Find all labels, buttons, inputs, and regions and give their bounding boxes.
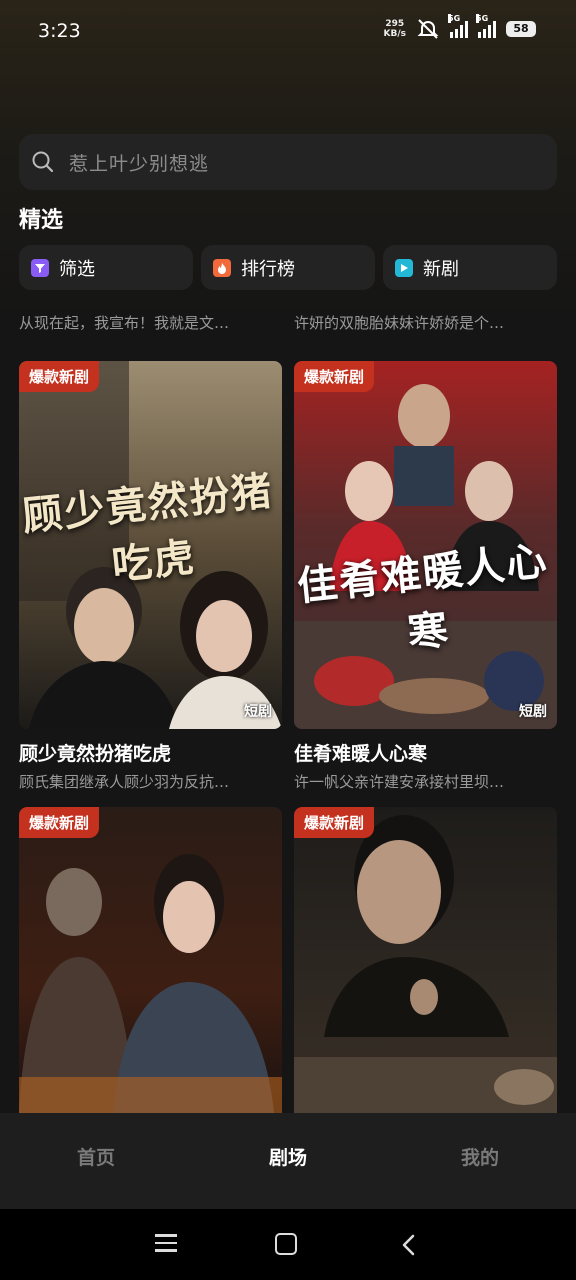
tab-mine[interactable]: 我的 bbox=[420, 1143, 540, 1170]
back-icon[interactable] bbox=[398, 1233, 420, 1257]
tab-theater[interactable]: 剧场 bbox=[228, 1143, 348, 1170]
chip-filter[interactable]: 筛选 bbox=[19, 245, 193, 290]
card-desc[interactable]: 许妍的双胞胎妹妹许娇娇是个… bbox=[294, 312, 556, 333]
drama-card[interactable]: 爆款新剧 bbox=[19, 807, 282, 1113]
genre-tag: 短剧 bbox=[244, 704, 272, 720]
mute-bell-icon bbox=[417, 19, 439, 39]
card-poster[interactable]: 佳肴难暖人心寒 爆款新剧 短剧 bbox=[294, 361, 557, 729]
net-speed-value: 295 bbox=[385, 19, 405, 29]
system-nav-bar bbox=[0, 1209, 576, 1280]
chip-new-drama-label: 新剧 bbox=[423, 258, 459, 280]
search-icon bbox=[32, 151, 54, 173]
filter-icon bbox=[31, 258, 49, 277]
card-desc[interactable]: 顾氏集团继承人顾少羽为反抗… bbox=[19, 771, 282, 792]
net-speed-unit: KB/s bbox=[383, 29, 406, 39]
poster-image bbox=[19, 807, 282, 1113]
card-poster[interactable]: 爆款新剧 bbox=[294, 807, 557, 1113]
menu-icon[interactable] bbox=[155, 1234, 177, 1252]
signal-1-label: 5G bbox=[448, 14, 461, 23]
bottom-tab-bar: 首页 剧场 我的 bbox=[0, 1113, 576, 1209]
card-desc[interactable]: 许一帆父亲许建安承接村里坝… bbox=[294, 771, 557, 792]
signal-2-label: 5G bbox=[476, 14, 489, 23]
card-poster[interactable]: 顾少竟然扮猪吃虎 爆款新剧 短剧 bbox=[19, 361, 282, 729]
section-title: 精选 bbox=[19, 208, 64, 233]
search-placeholder: 惹上叶少别想逃 bbox=[69, 153, 210, 175]
hot-badge: 爆款新剧 bbox=[19, 361, 100, 392]
chip-new-drama[interactable]: 新剧 bbox=[383, 245, 557, 290]
drama-card[interactable]: 顾少竟然扮猪吃虎 爆款新剧 短剧 顾少竟然扮猪吃虎 顾氏集团继承人顾少羽为反抗… bbox=[19, 361, 282, 801]
battery-icon: 58 bbox=[506, 21, 536, 37]
hot-badge: 爆款新剧 bbox=[294, 807, 375, 838]
card-poster[interactable]: 爆款新剧 bbox=[19, 807, 282, 1113]
net-speed: 295 KB/s bbox=[384, 19, 406, 39]
status-bar: 3:23 295 KB/s 5G 5G 58 bbox=[0, 0, 576, 66]
tab-home[interactable]: 首页 bbox=[36, 1143, 156, 1170]
genre-tag: 短剧 bbox=[519, 704, 547, 720]
drama-card[interactable]: 佳肴难暖人心寒 爆款新剧 短剧 佳肴难暖人心寒 许一帆父亲许建安承接村里坝… bbox=[294, 361, 557, 801]
card-title[interactable]: 顾少竟然扮猪吃虎 bbox=[19, 739, 171, 766]
chip-ranking-label: 排行榜 bbox=[241, 258, 295, 280]
drama-card[interactable]: 爆款新剧 bbox=[294, 807, 557, 1113]
chip-filter-label: 筛选 bbox=[59, 258, 95, 280]
status-time: 3:23 bbox=[38, 20, 81, 42]
quick-filter-chips: 筛选 排行榜 新剧 bbox=[19, 245, 557, 290]
signal-1-icon: 5G bbox=[448, 14, 468, 38]
poster-image bbox=[294, 807, 557, 1113]
card-desc[interactable]: 从现在起，我宣布！我就是文… bbox=[19, 312, 281, 333]
search-bar[interactable]: 惹上叶少别想逃 bbox=[19, 134, 557, 190]
flame-icon bbox=[213, 258, 231, 277]
partial-card-row: 从现在起，我宣布！我就是文… 许妍的双胞胎妹妹许娇娇是个… bbox=[0, 290, 576, 346]
chip-ranking[interactable]: 排行榜 bbox=[201, 245, 375, 290]
status-icons: 295 KB/s 5G 5G 58 bbox=[384, 14, 536, 40]
card-title[interactable]: 佳肴难暖人心寒 bbox=[294, 739, 427, 766]
play-icon bbox=[395, 258, 413, 277]
hot-badge: 爆款新剧 bbox=[294, 361, 375, 392]
home-icon[interactable] bbox=[275, 1233, 297, 1255]
signal-2-icon: 5G bbox=[476, 14, 496, 38]
hot-badge: 爆款新剧 bbox=[19, 807, 100, 838]
